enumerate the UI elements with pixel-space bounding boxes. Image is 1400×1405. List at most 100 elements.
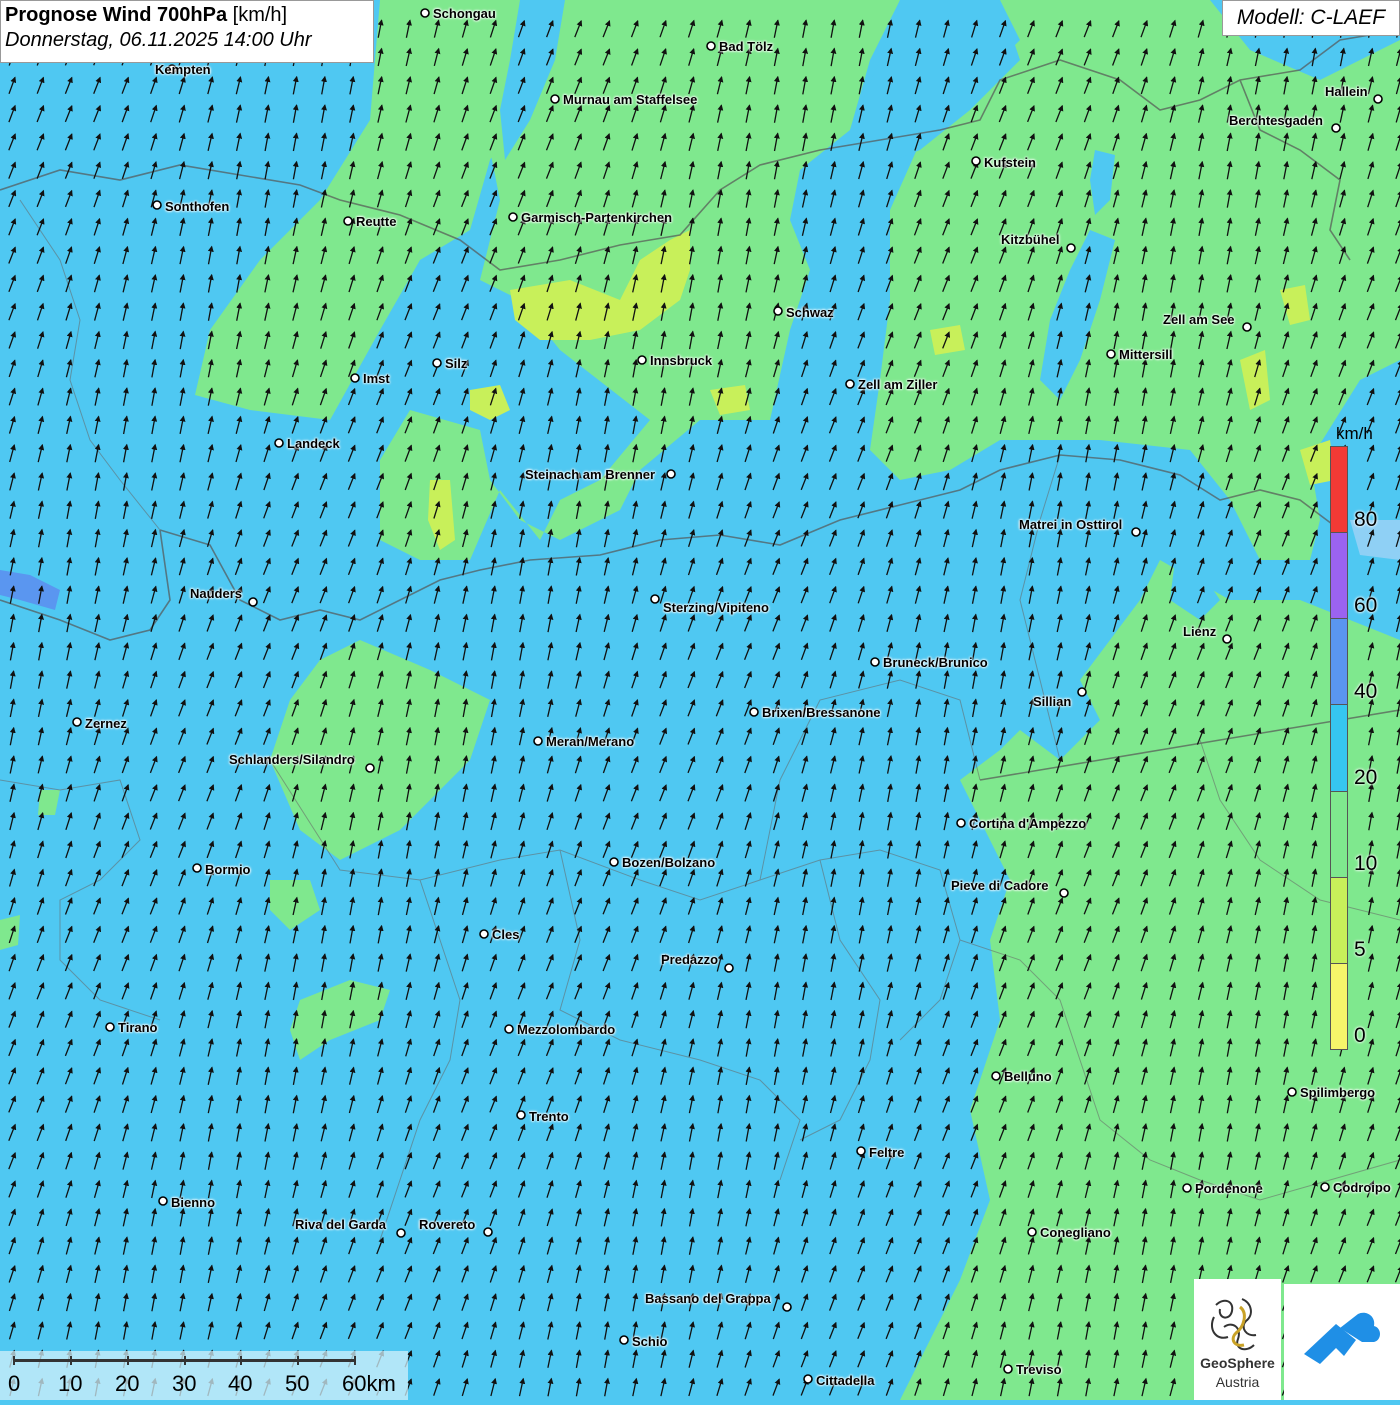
map-title-box: Prognose Wind 700hPa [km/h] Donnerstag, … bbox=[0, 0, 374, 63]
city-marker bbox=[992, 1072, 1000, 1080]
city-label: Pieve di Cadore bbox=[951, 878, 1049, 893]
city-marker bbox=[1028, 1228, 1036, 1236]
city-marker bbox=[1132, 528, 1140, 536]
legend-tick-label: 60 bbox=[1354, 594, 1377, 618]
city-label: Sterzing/Vipiteno bbox=[663, 600, 769, 615]
legend-swatch bbox=[1331, 964, 1347, 1049]
legend-swatch bbox=[1331, 619, 1347, 705]
city-label: Codroipo bbox=[1333, 1180, 1391, 1195]
city-marker bbox=[193, 864, 201, 872]
geosphere-logo: GeoSphere Austria bbox=[1194, 1279, 1281, 1400]
city-label: Bassano del Grappa bbox=[645, 1291, 771, 1306]
city-label: Innsbruck bbox=[650, 353, 712, 368]
city-marker bbox=[783, 1303, 791, 1311]
city-marker bbox=[651, 595, 659, 603]
city-marker bbox=[610, 858, 618, 866]
color-legend: km/h 806040201050 bbox=[1322, 420, 1400, 1060]
legend-swatch bbox=[1331, 792, 1347, 878]
city-marker bbox=[505, 1025, 513, 1033]
city-label: Mittersill bbox=[1119, 347, 1172, 362]
city-label: Mezzolombardo bbox=[517, 1022, 615, 1037]
city-label: Meran/Merano bbox=[546, 734, 634, 749]
scale-label: 50 bbox=[285, 1371, 309, 1397]
city-marker bbox=[509, 213, 517, 221]
city-label: Brixen/Bressanone bbox=[762, 705, 881, 720]
city-marker bbox=[1223, 635, 1231, 643]
city-marker bbox=[1067, 244, 1075, 252]
legend-swatch bbox=[1331, 533, 1347, 619]
city-label: Sonthofen bbox=[165, 199, 229, 214]
legend-tick-label: 80 bbox=[1354, 508, 1377, 532]
map-title-main: Prognose Wind 700hPa bbox=[5, 4, 227, 26]
city-marker bbox=[1374, 95, 1382, 103]
scale-tick bbox=[354, 1356, 356, 1365]
city-label: Murnau am Staffelsee bbox=[563, 92, 697, 107]
city-label: Trento bbox=[529, 1109, 569, 1124]
city-label: Matrei in Osttirol bbox=[1019, 517, 1122, 532]
geosphere-logo-text: GeoSphere bbox=[1194, 1355, 1281, 1371]
city-marker bbox=[638, 356, 646, 364]
city-label: Kufstein bbox=[984, 155, 1036, 170]
city-marker bbox=[366, 764, 374, 772]
city-label: Berchtesgaden bbox=[1229, 113, 1323, 128]
city-label: Steinach am Brenner bbox=[525, 467, 655, 482]
city-label: Silz bbox=[445, 356, 467, 371]
scale-tick bbox=[127, 1356, 129, 1365]
city-marker bbox=[725, 964, 733, 972]
legend-swatch bbox=[1331, 878, 1347, 964]
scale-tick bbox=[297, 1356, 299, 1365]
city-marker bbox=[534, 737, 542, 745]
city-marker bbox=[275, 439, 283, 447]
weather-app-logo bbox=[1284, 1284, 1400, 1400]
city-marker bbox=[433, 359, 441, 367]
city-marker bbox=[1332, 124, 1340, 132]
city-marker bbox=[484, 1228, 492, 1236]
legend-tick-label: 0 bbox=[1354, 1024, 1366, 1048]
legend-swatch bbox=[1331, 705, 1347, 791]
scale-tick bbox=[184, 1356, 186, 1365]
city-label: Pordenone bbox=[1195, 1181, 1263, 1196]
scale-tick bbox=[240, 1356, 242, 1365]
city-marker bbox=[846, 380, 854, 388]
city-marker bbox=[667, 470, 675, 478]
city-marker bbox=[620, 1336, 628, 1344]
city-label: Bruneck/Brunico bbox=[883, 655, 988, 670]
city-label: Kempten bbox=[155, 62, 211, 77]
legend-tick-label: 20 bbox=[1354, 766, 1377, 790]
city-label: Cittadella bbox=[816, 1373, 875, 1388]
city-marker bbox=[551, 95, 559, 103]
scale-label: 10 bbox=[58, 1371, 82, 1397]
weather-app-icon bbox=[1284, 1284, 1400, 1400]
city-marker bbox=[804, 1375, 812, 1383]
city-label: Tirano bbox=[118, 1020, 158, 1035]
legend-color-bar bbox=[1330, 446, 1348, 1050]
city-label: Lienz bbox=[1183, 624, 1216, 639]
city-label: Schio bbox=[632, 1334, 667, 1349]
city-marker bbox=[707, 42, 715, 50]
city-label: Schongau bbox=[433, 6, 496, 21]
forecast-datetime: Donnerstag, 06.11.2025 14:00 Uhr bbox=[5, 29, 369, 52]
city-marker bbox=[1078, 688, 1086, 696]
geosphere-logo-subtext: Austria bbox=[1194, 1374, 1281, 1390]
city-label: Sillian bbox=[1033, 694, 1071, 709]
legend-swatch bbox=[1331, 447, 1347, 533]
city-marker bbox=[73, 718, 81, 726]
city-label: Bienno bbox=[171, 1195, 215, 1210]
scale-label: 60km bbox=[342, 1371, 396, 1397]
city-marker bbox=[421, 9, 429, 17]
city-marker bbox=[351, 374, 359, 382]
city-label: Zernez bbox=[85, 716, 127, 731]
city-label: Hallein bbox=[1325, 84, 1368, 99]
scale-bar: 0102030405060km bbox=[0, 1351, 408, 1400]
legend-tick-label: 10 bbox=[1354, 852, 1377, 876]
city-marker bbox=[957, 819, 965, 827]
city-label: Schwaz bbox=[786, 305, 834, 320]
city-label: Nauders bbox=[190, 586, 242, 601]
city-label: Treviso bbox=[1016, 1362, 1062, 1377]
city-label: Spilimbergo bbox=[1300, 1085, 1375, 1100]
legend-tick-label: 40 bbox=[1354, 680, 1377, 704]
city-marker bbox=[1183, 1184, 1191, 1192]
city-marker bbox=[249, 598, 257, 606]
city-label: Belluno bbox=[1004, 1069, 1052, 1084]
city-marker bbox=[1243, 323, 1251, 331]
